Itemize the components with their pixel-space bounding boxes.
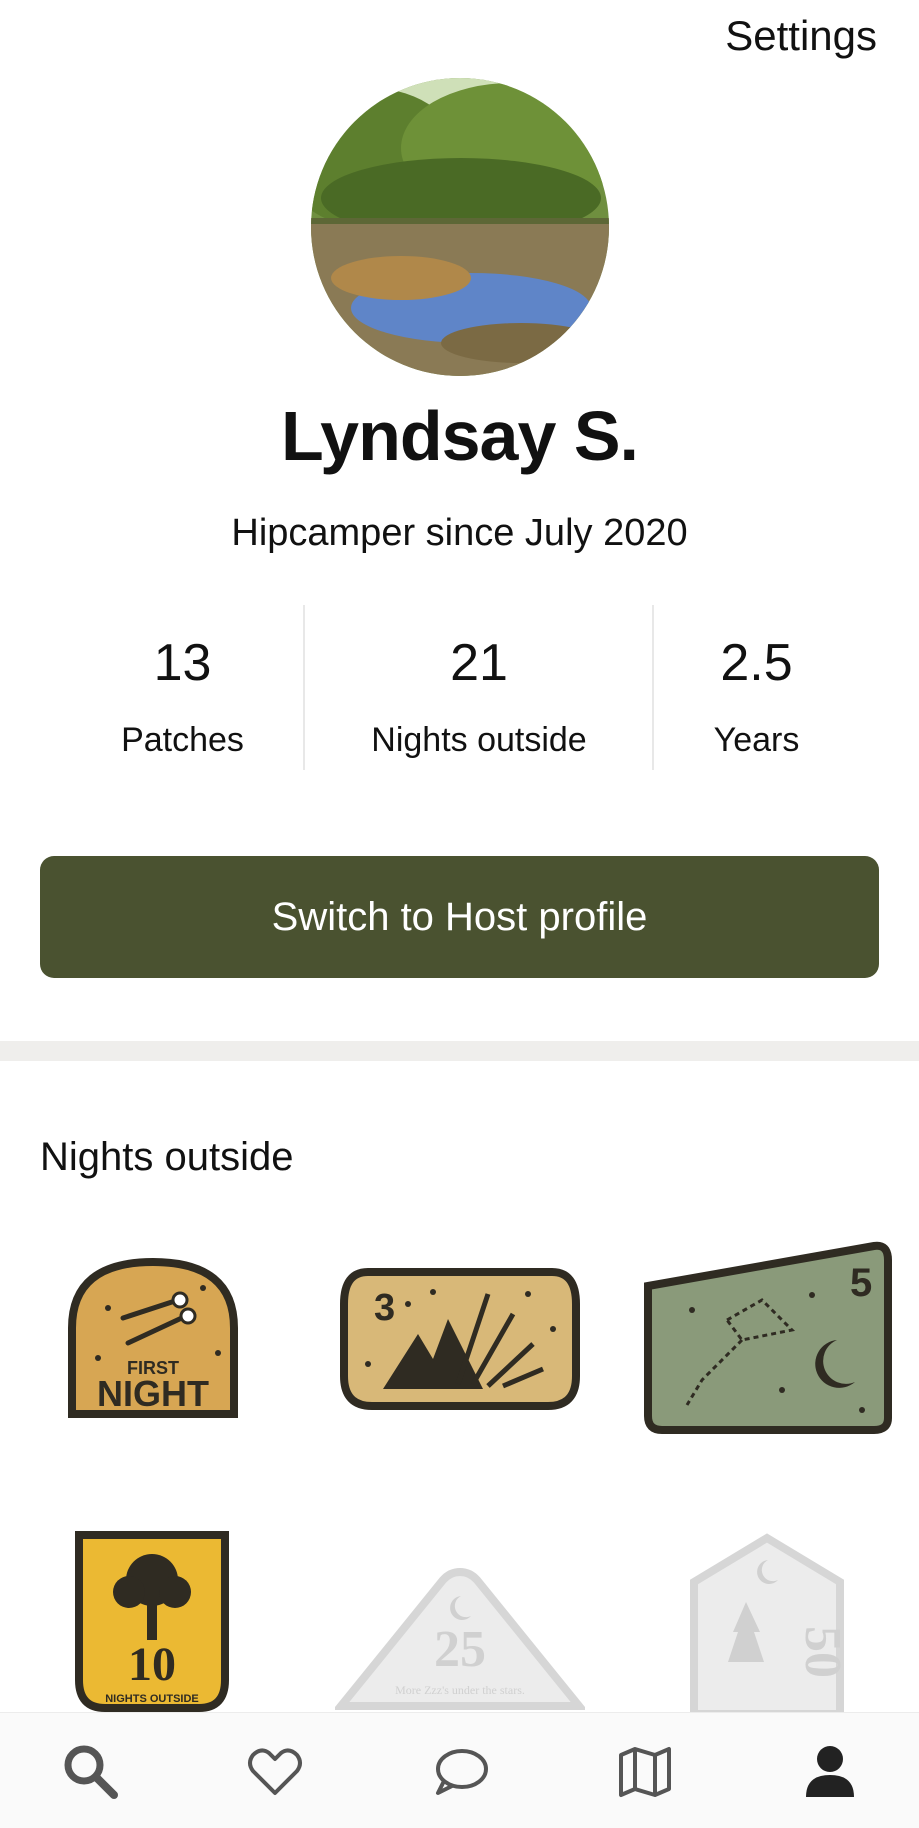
patch-number: 25 (434, 1621, 486, 1678)
chat-icon[interactable] (430, 1741, 490, 1801)
patch-5-nights-icon: 5 (644, 1241, 892, 1434)
search-icon-glyph (64, 1745, 118, 1799)
profile-name: Lyndsay S. (281, 397, 639, 475)
avatar[interactable] (311, 78, 609, 376)
patch-number: 3 (374, 1287, 395, 1329)
stat-label: Patches (121, 721, 244, 759)
stat-value: 21 (450, 634, 508, 692)
map-icon[interactable] (615, 1741, 675, 1801)
patch-10-nights[interactable]: 10 NIGHTS OUTSIDE (74, 1530, 230, 1717)
stat-value: 13 (153, 634, 212, 692)
chat-icon-glyph (436, 1749, 488, 1795)
switch-host-profile-button[interactable]: Switch to Host profile (40, 856, 879, 978)
heart-icon[interactable] (245, 1741, 305, 1801)
settings-link[interactable]: Settings (725, 12, 877, 60)
member-since: Hipcamper since July 2020 (231, 512, 688, 554)
profile-icon[interactable] (800, 1741, 860, 1801)
stat-label: Nights outside (371, 721, 587, 759)
section-divider (0, 1041, 919, 1061)
stat-patches[interactable]: 13 Patches (60, 605, 305, 760)
patch-50-nights-locked[interactable]: 50 (688, 1532, 851, 1719)
bottom-nav (0, 1712, 919, 1828)
stat-value: 2.5 (720, 634, 793, 692)
stat-label: Years (713, 721, 800, 759)
stat-nights[interactable]: 21 Nights outside (305, 605, 653, 760)
section-title: Nights outside (40, 1135, 294, 1179)
avatar-photo (311, 78, 609, 376)
search-icon[interactable] (60, 1741, 120, 1801)
patch-3-nights-icon: 3 (340, 1268, 580, 1410)
patch-first-night[interactable]: FIRST NIGHT (68, 1257, 238, 1423)
patch-number: 50 (794, 1626, 846, 1678)
patch-25-nights-icon: 25 More Zzz's under the stars. (332, 1567, 588, 1710)
patch-5-nights[interactable]: 5 (642, 1240, 892, 1441)
map-icon-glyph (619, 1747, 671, 1797)
stats-row: 13 Patches 21 Nights outside 2.5 Years (0, 605, 919, 775)
patch-first-night-icon: FIRST NIGHT (68, 1257, 238, 1418)
patch-10-nights-icon: 10 NIGHTS OUTSIDE (75, 1531, 229, 1712)
patch-3-nights[interactable]: 3 (338, 1264, 582, 1417)
patch-50-nights-icon: 50 (690, 1533, 851, 1718)
stat-years[interactable]: 2.5 Years (654, 605, 859, 760)
patch-caption: More Zzz's under the stars. (395, 1683, 525, 1697)
patch-number: 5 (850, 1261, 872, 1305)
patch-label: NIGHT (97, 1373, 209, 1414)
patch-number: 10 (128, 1638, 176, 1691)
profile-icon-glyph (806, 1746, 854, 1797)
patch-caption: NIGHTS OUTSIDE (105, 1693, 199, 1705)
patch-25-nights-locked[interactable]: 25 More Zzz's under the stars. (332, 1566, 588, 1717)
heart-icon-glyph (248, 1748, 302, 1795)
